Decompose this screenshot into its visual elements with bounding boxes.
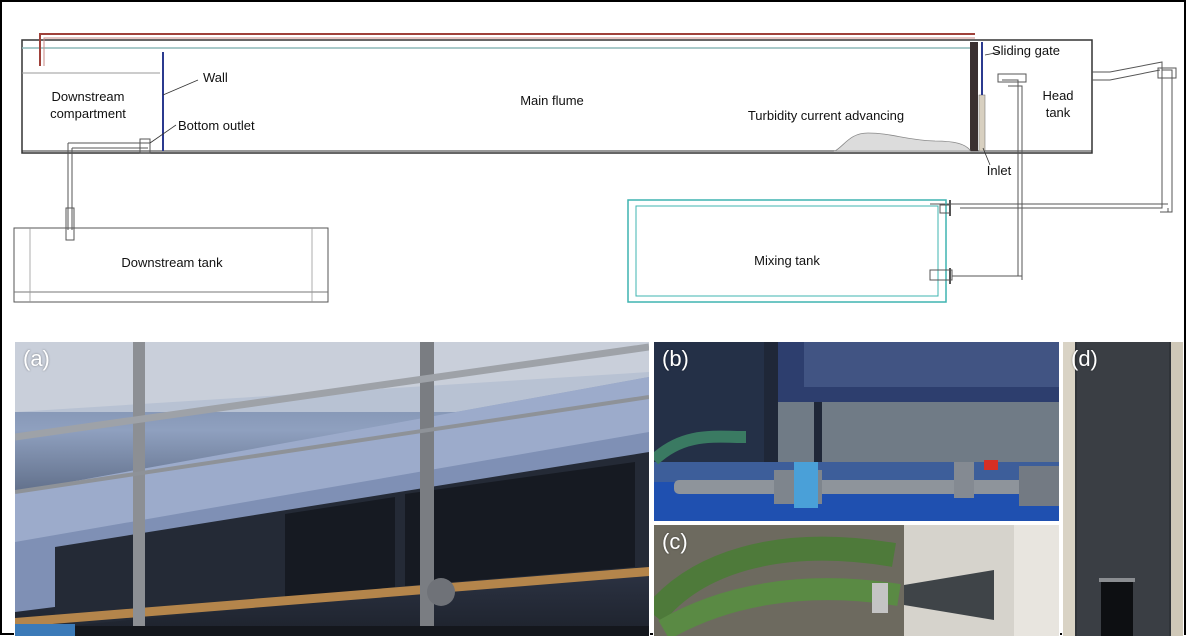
- overflow-pipe: [39, 33, 975, 66]
- wall-leader: [162, 79, 199, 96]
- photo-c-label: (c): [662, 529, 688, 554]
- photo-d: (d): [1062, 341, 1184, 637]
- photo-b-label: (b): [662, 346, 689, 371]
- photo-a: (a): [14, 341, 650, 637]
- flume-schematic: Downstream compartment Wall Bottom outle…: [13, 33, 1177, 303]
- label-bottom-outlet: Bottom outlet: [178, 118, 255, 133]
- label-downstream-compartment-2: compartment: [50, 106, 126, 121]
- label-downstream-compartment-1: Downstream: [52, 89, 125, 104]
- label-inlet: Inlet: [987, 163, 1012, 178]
- photo-d-illustration: [1063, 342, 1183, 636]
- head-tank-pipe: [1002, 79, 1023, 280]
- photo-a-illustration: [15, 342, 649, 636]
- label-downstream-tank: Downstream tank: [121, 255, 223, 270]
- photo-b: (b): [653, 341, 1060, 522]
- label-head-tank-2: tank: [1046, 105, 1071, 120]
- photo-c: (c): [653, 524, 1060, 637]
- supply-pipe: [960, 61, 1173, 213]
- photo-a-label: (a): [23, 346, 50, 371]
- label-turbidity-current: Turbidity current advancing: [748, 108, 904, 123]
- mixing-tank: [627, 199, 1022, 303]
- photo-d-label: (d): [1071, 346, 1098, 371]
- label-mixing-tank: Mixing tank: [754, 253, 820, 268]
- photo-b-illustration: [654, 342, 1059, 521]
- label-wall: Wall: [203, 70, 228, 85]
- label-main-flume: Main flume: [520, 93, 584, 108]
- turbidity-current-shape: [833, 132, 971, 152]
- sliding-gate: [970, 42, 986, 152]
- label-head-tank-1: Head: [1042, 88, 1073, 103]
- label-sliding-gate: Sliding gate: [992, 43, 1060, 58]
- photo-c-illustration: [654, 525, 1059, 636]
